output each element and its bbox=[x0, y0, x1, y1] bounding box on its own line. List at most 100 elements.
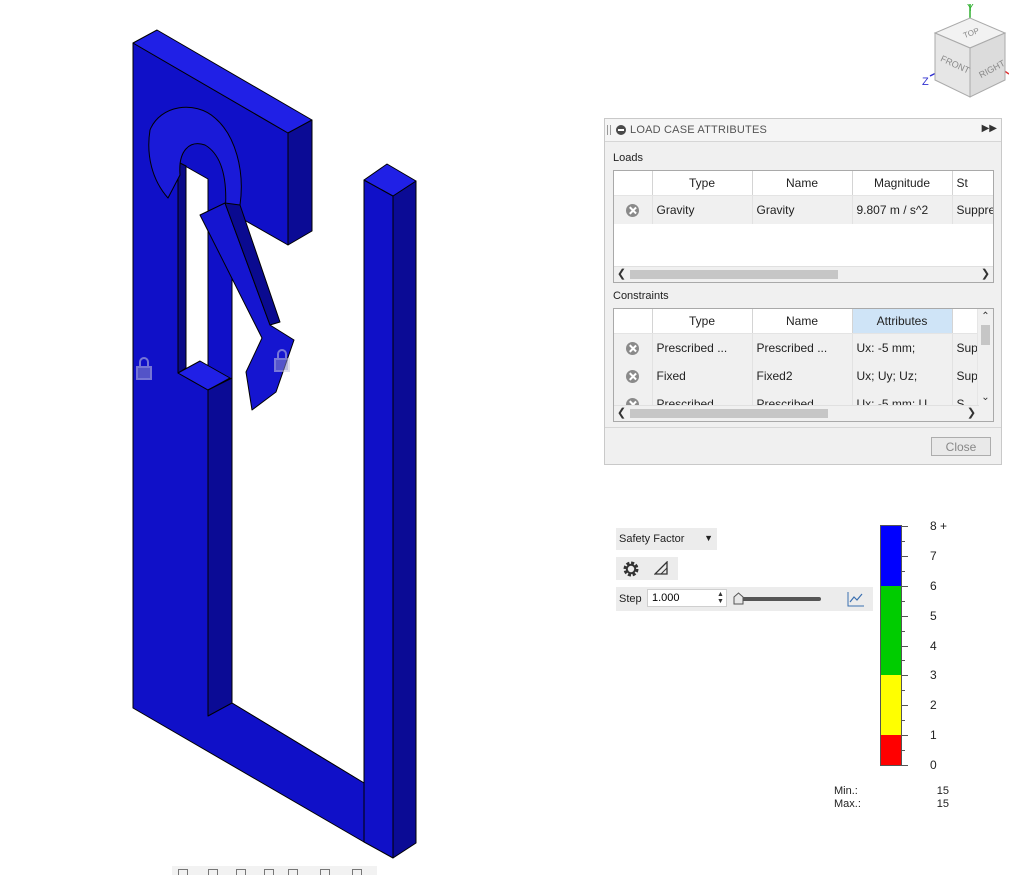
close-button[interactable]: Close bbox=[931, 437, 991, 456]
pan-icon[interactable] bbox=[236, 869, 246, 875]
constraint-name: Fixed2 bbox=[752, 362, 853, 390]
step-spinner-icon[interactable]: ▲ ▼ bbox=[717, 591, 724, 605]
scroll-down-icon[interactable]: ⌄ bbox=[978, 390, 993, 405]
fit-icon[interactable] bbox=[288, 869, 298, 875]
legend-tick bbox=[902, 705, 908, 707]
legend-minor-tick bbox=[902, 660, 905, 662]
step-control: Step ▲▼ bbox=[616, 587, 873, 611]
constraint-attributes: Ux: -5 mm; bbox=[852, 333, 953, 362]
legend-label: 2 bbox=[930, 698, 937, 713]
scroll-left-icon[interactable]: ❮ bbox=[614, 267, 629, 282]
scroll-up-icon[interactable]: ⌃ bbox=[978, 309, 993, 324]
legend-tick bbox=[902, 765, 908, 766]
legend-minor-tick bbox=[902, 600, 905, 602]
orbit-icon[interactable] bbox=[178, 869, 188, 875]
zoom-icon[interactable] bbox=[264, 869, 274, 875]
grid-icon[interactable] bbox=[352, 869, 362, 875]
deformation-scale-icon[interactable] bbox=[654, 561, 668, 575]
step-input[interactable] bbox=[647, 589, 727, 607]
legend-band bbox=[881, 585, 901, 676]
constraint-name: Prescribed ... bbox=[752, 333, 853, 362]
view-cube[interactable]: Y Z TOP FRONT RIGHT bbox=[918, 0, 1009, 105]
delete-icon[interactable] bbox=[626, 370, 640, 384]
model-viewport[interactable] bbox=[0, 0, 600, 875]
table-row[interactable]: Prescribed ... Prescribed ... Ux: -5 mm;… bbox=[614, 333, 981, 362]
legend-tick bbox=[902, 615, 908, 617]
legend-minor-tick bbox=[902, 690, 905, 692]
constraints-vertical-scrollbar[interactable]: ⌃ ⌄ bbox=[977, 309, 993, 421]
z-axis-label: Z bbox=[922, 76, 929, 88]
legend-color-bar bbox=[880, 525, 902, 766]
step-label: Step bbox=[619, 593, 642, 605]
scroll-thumb[interactable] bbox=[981, 325, 990, 345]
gear-icon[interactable] bbox=[622, 560, 640, 578]
legend-label: 7 bbox=[930, 548, 937, 563]
legend-minor-tick bbox=[902, 720, 905, 722]
legend-label: 6 bbox=[930, 578, 937, 593]
load-status: Suppre bbox=[952, 195, 993, 224]
loads-header-status[interactable]: St bbox=[952, 171, 993, 196]
inner-left-side bbox=[207, 377, 233, 717]
step-slider[interactable] bbox=[738, 597, 821, 601]
constraint-attributes: Ux; Uy; Uz; bbox=[852, 362, 953, 390]
constraints-horizontal-scrollbar[interactable]: ❮ ❯ bbox=[614, 405, 979, 421]
chevron-down-icon: ▼ bbox=[704, 533, 713, 543]
safety-factor-model[interactable] bbox=[132, 29, 417, 859]
loads-header-name[interactable]: Name bbox=[752, 171, 853, 196]
max-value: 15 bbox=[936, 798, 949, 810]
scroll-right-icon[interactable]: ❯ bbox=[978, 267, 993, 282]
delete-icon[interactable] bbox=[626, 342, 640, 356]
load-case-attributes-panel: LOAD CASE ATTRIBUTES ▶▶ Loads Type Name … bbox=[604, 118, 1002, 465]
constraints-header-attributes[interactable]: Attributes bbox=[852, 309, 953, 334]
constraint-type: Fixed bbox=[652, 362, 753, 390]
constraint-status: Sup bbox=[952, 333, 981, 362]
panel-footer: Close bbox=[605, 427, 1001, 464]
legend-band bbox=[881, 526, 901, 586]
constraint-type: Prescribed ... bbox=[652, 333, 753, 362]
panel-header[interactable]: LOAD CASE ATTRIBUTES ▶▶ bbox=[605, 119, 1001, 142]
expand-icon[interactable]: ▶▶ bbox=[982, 123, 997, 134]
right-arm-front bbox=[363, 179, 394, 859]
loads-header-blank bbox=[614, 171, 653, 196]
legend-label: 5 bbox=[930, 608, 937, 623]
step-slider-thumb[interactable] bbox=[733, 592, 744, 605]
minimize-icon[interactable] bbox=[616, 125, 626, 135]
loads-horizontal-scrollbar[interactable]: ❮ ❯ bbox=[614, 266, 993, 282]
scroll-thumb[interactable] bbox=[630, 270, 838, 279]
legend-label: 3 bbox=[930, 668, 937, 683]
legend-tick bbox=[902, 585, 908, 587]
graph-icon[interactable] bbox=[847, 591, 865, 607]
legend-label: 0 bbox=[930, 758, 937, 772]
legend-tick bbox=[902, 526, 908, 527]
loads-header-magnitude[interactable]: Magnitude bbox=[852, 171, 953, 196]
min-max-readout: Min.: 15 Max.: 15 bbox=[834, 785, 949, 811]
loads-header-type[interactable]: Type bbox=[652, 171, 753, 196]
result-type-dropdown[interactable]: Safety Factor ▼ bbox=[616, 528, 717, 550]
table-row[interactable]: Gravity Gravity 9.807 m / s^2 Suppre bbox=[614, 195, 993, 224]
delete-icon[interactable] bbox=[626, 204, 640, 218]
constraints-label: Constraints bbox=[613, 290, 669, 302]
constraint-status: Sup bbox=[952, 362, 981, 390]
top-beam-side bbox=[287, 119, 313, 246]
scroll-thumb[interactable] bbox=[630, 409, 828, 418]
legend-tick bbox=[902, 555, 908, 557]
drag-grip-icon[interactable] bbox=[607, 125, 611, 135]
display-settings-icon[interactable] bbox=[320, 869, 330, 875]
legend-minor-tick bbox=[902, 570, 905, 572]
constraints-header-name[interactable]: Name bbox=[752, 309, 853, 334]
legend-minor-tick bbox=[902, 750, 905, 752]
legend-tick bbox=[902, 735, 908, 737]
constraints-header-type[interactable]: Type bbox=[652, 309, 753, 334]
loads-table: Type Name Magnitude St Gravity Gravity 9… bbox=[613, 170, 994, 283]
look-at-icon[interactable] bbox=[208, 869, 218, 875]
legend-label: 1 bbox=[930, 728, 937, 743]
table-row[interactable]: Fixed Fixed2 Ux; Uy; Uz; Sup bbox=[614, 362, 981, 390]
y-axis-label: Y bbox=[967, 3, 974, 14]
min-label: Min.: bbox=[834, 785, 858, 797]
legend-label: 4 bbox=[930, 638, 937, 653]
window-inner-edge bbox=[177, 161, 187, 374]
legend-tick bbox=[902, 675, 908, 677]
scroll-left-icon[interactable]: ❮ bbox=[614, 406, 629, 421]
constraints-header-status[interactable] bbox=[952, 309, 981, 334]
scroll-right-icon[interactable]: ❯ bbox=[964, 406, 979, 421]
